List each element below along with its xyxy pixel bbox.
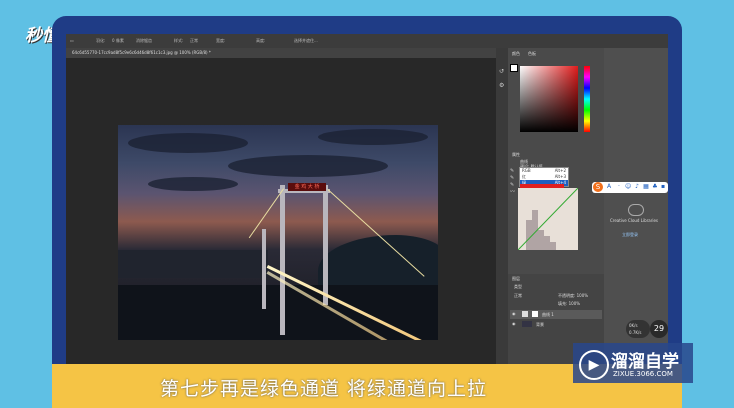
photoshop-window: ▭ 羽化: 0 像素 消除锯齿 样式: 正常 宽度: 高度: 选择并遮住... … bbox=[66, 34, 668, 364]
option-width[interactable]: 宽度: bbox=[216, 38, 225, 44]
layer-kind-filter[interactable]: 类型 bbox=[514, 284, 522, 290]
swatches-panel-title[interactable]: 色板 bbox=[528, 51, 536, 57]
curve-pencil-icon[interactable]: 〰 bbox=[510, 189, 515, 196]
option-style-value[interactable]: 正常 bbox=[190, 38, 198, 44]
ime-emoji-icon[interactable]: ☺ bbox=[625, 184, 631, 190]
hue-slider[interactable] bbox=[584, 66, 590, 132]
libraries-hint: Creative Cloud Libraries bbox=[610, 218, 659, 223]
sogou-logo-icon[interactable]: S bbox=[593, 182, 603, 192]
layer-row[interactable]: ◉ 背景 bbox=[510, 320, 602, 329]
layer-thumbnail bbox=[522, 321, 532, 327]
eyedropper-icon[interactable]: ✎ bbox=[510, 168, 515, 175]
libraries-panel: Creative Cloud Libraries 立即登录 bbox=[604, 48, 668, 364]
net-down-speed: 0.7K/s bbox=[629, 330, 642, 335]
notification-badge[interactable]: 29 bbox=[650, 320, 668, 338]
foreground-color-swatch[interactable] bbox=[510, 64, 518, 72]
blend-mode-select[interactable]: 正常 bbox=[514, 293, 522, 299]
ime-keyboard-icon[interactable]: ▦ bbox=[643, 184, 649, 190]
right-panels: 颜色 色板 属性 曲线 预设: 默认值 ✎ ✎ ✎ 〰 RGB Alt+2 红 … bbox=[508, 48, 604, 364]
net-up-speed: 0K/s bbox=[629, 323, 638, 328]
properties-icon[interactable]: ⚙ bbox=[499, 82, 504, 89]
curves-graph[interactable] bbox=[518, 188, 578, 250]
brand-name: 溜溜自学 bbox=[611, 352, 679, 372]
color-picker-field[interactable] bbox=[520, 66, 578, 132]
visibility-eye-icon[interactable]: ◉ bbox=[512, 321, 516, 326]
layers-panel-title[interactable]: 图层 bbox=[512, 276, 520, 282]
bridge-photo: 金 鸡 大 桥 bbox=[118, 125, 438, 340]
brand-watermark: ▶ 溜溜自学 ZIXUE.3066.COM bbox=[573, 343, 693, 383]
option-height[interactable]: 高度: bbox=[256, 38, 265, 44]
adjustment-thumbnail bbox=[522, 311, 528, 317]
options-bar: ▭ 羽化: 0 像素 消除锯齿 样式: 正常 宽度: 高度: 选择并遮住... bbox=[66, 34, 668, 48]
brand-url: ZIXUE.3066.COM bbox=[613, 370, 673, 378]
document-tab[interactable]: 64c6d55770-17cc9ad8f5c9e6c6d46d8f61c1c3.… bbox=[66, 48, 496, 58]
subtitle-text: 第七步再是绿色通道 将绿通道向上拉 bbox=[160, 378, 488, 400]
fill-field[interactable]: 填充: 100% bbox=[558, 301, 580, 307]
brand-logo-icon: ▶ bbox=[579, 350, 609, 380]
ime-mic-icon[interactable]: ♪ bbox=[634, 184, 640, 190]
ime-punct-icon[interactable]: · bbox=[616, 184, 622, 190]
panel-toolstrip: ↺ ⚙ bbox=[496, 48, 508, 364]
curves-tools: ✎ ✎ ✎ 〰 bbox=[510, 168, 515, 196]
ime-toolbar: S A · ☺ ♪ ▦ ♣ ▪ bbox=[592, 182, 668, 193]
option-antialias[interactable]: 消除锯齿 bbox=[136, 38, 152, 44]
properties-panel-title[interactable]: 属性 bbox=[512, 152, 520, 158]
document-tab-label: 64c6d55770-17cc9ad8f5c9e6c6d46d8f61c1c3.… bbox=[72, 50, 211, 55]
color-panel-title[interactable]: 颜色 bbox=[512, 51, 520, 57]
option-feather-value[interactable]: 0 像素 bbox=[112, 38, 124, 44]
canvas-area[interactable]: 金 鸡 大 桥 bbox=[66, 58, 496, 364]
layer-name: 背景 bbox=[536, 322, 544, 327]
select-and-mask-button[interactable]: 选择并遮住... bbox=[294, 38, 318, 44]
bridge-sign: 金 鸡 大 桥 bbox=[288, 183, 326, 191]
mask-thumbnail bbox=[532, 311, 538, 317]
ime-shirt-icon[interactable]: ♣ bbox=[652, 184, 658, 190]
tool-preset-icon[interactable]: ▭ bbox=[70, 38, 74, 43]
ime-lang-icon[interactable]: A bbox=[606, 184, 612, 190]
layer-row[interactable]: ◉ 曲线 1 bbox=[510, 310, 602, 319]
opacity-field[interactable]: 不透明度: 100% bbox=[558, 293, 588, 299]
history-icon[interactable]: ↺ bbox=[499, 68, 504, 75]
option-feather: 羽化: bbox=[96, 38, 106, 43]
option-style: 样式: bbox=[174, 38, 184, 43]
eyedropper-white-icon[interactable]: ✎ bbox=[510, 182, 515, 189]
visibility-eye-icon[interactable]: ◉ bbox=[512, 311, 516, 316]
layer-name: 曲线 1 bbox=[542, 312, 554, 317]
eyedropper-gray-icon[interactable]: ✎ bbox=[510, 175, 515, 182]
libraries-login-link[interactable]: 立即登录 bbox=[622, 232, 638, 238]
cloud-icon bbox=[628, 204, 644, 216]
ime-grid-icon[interactable]: ▪ bbox=[660, 184, 666, 190]
channel-option-blue-highlight[interactable] bbox=[520, 184, 564, 188]
network-speed-widget: 0K/s 0.7K/s bbox=[626, 320, 650, 338]
